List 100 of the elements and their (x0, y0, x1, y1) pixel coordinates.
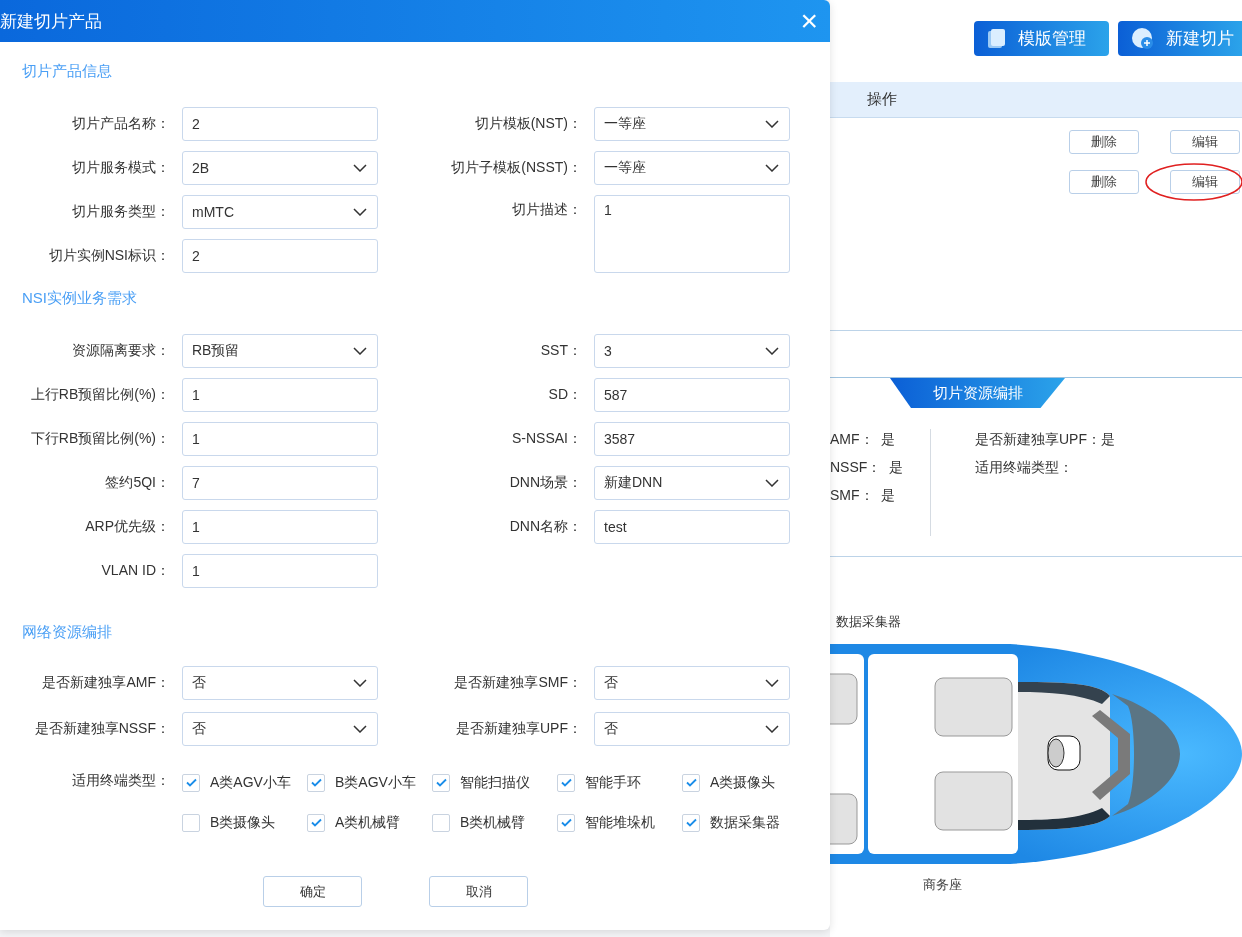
field-label: 下行RB预留比例(%)： (30, 430, 170, 448)
column-header: 操作 (867, 90, 897, 109)
caret-icon (765, 679, 779, 687)
checkbox[interactable] (557, 813, 575, 832)
check-icon (185, 778, 197, 787)
confirm-button[interactable]: 确定 (263, 876, 362, 907)
checkbox-option[interactable]: 智能手环 (557, 772, 682, 793)
input-field[interactable]: 1 (182, 422, 378, 456)
input-field[interactable]: 2 (182, 107, 378, 141)
field-label: 是否新建独享NSSF： (34, 720, 170, 738)
checkbox-option[interactable]: B类AGV小车 (307, 772, 432, 793)
field-label: 资源隔离要求： (72, 342, 170, 360)
toolbar-button[interactable]: 新建切片 (1118, 21, 1242, 56)
select-field[interactable]: RB预留 (182, 334, 378, 368)
delete-button[interactable]: 删除 (1069, 130, 1139, 154)
checkbox[interactable] (557, 773, 575, 792)
field-label: DNN场景： (509, 474, 582, 492)
select-field[interactable]: 否 (594, 712, 790, 746)
check-icon (435, 778, 447, 787)
delete-button[interactable]: 删除 (1069, 170, 1139, 194)
plus-circle-icon (1132, 27, 1154, 50)
input-field[interactable]: 7 (182, 466, 378, 500)
checkbox-option[interactable]: B类摄像头 (182, 812, 307, 833)
select-field[interactable]: 否 (182, 712, 378, 746)
input-field[interactable]: 1 (182, 510, 378, 544)
field-label: SD： (548, 386, 582, 404)
caret-icon (353, 208, 367, 216)
caret-icon (353, 725, 367, 733)
seat-label: 商务座 (923, 876, 963, 894)
section-title: NSI实例业务需求 (21, 288, 138, 308)
input-field[interactable]: 1 (182, 554, 378, 588)
checkbox[interactable] (182, 773, 200, 792)
info-text: 是否新建独享UPF：是 (975, 430, 1115, 449)
edit-button[interactable]: 编辑 (1170, 130, 1240, 154)
checkbox[interactable] (682, 773, 700, 792)
check-icon (560, 778, 572, 787)
checkbox-option[interactable]: 智能堆垛机 (557, 812, 682, 833)
check-icon (310, 778, 322, 787)
textarea-field[interactable]: 1 (594, 195, 790, 273)
checkbox-option[interactable]: B类机械臂 (432, 812, 557, 833)
input-field[interactable]: 587 (594, 378, 790, 412)
select-field[interactable]: 一等座 (594, 107, 790, 141)
checkbox-option[interactable]: 数据采集器 (682, 812, 807, 833)
device-label: 数据采集器 (836, 614, 902, 630)
caret-icon (765, 479, 779, 487)
select-field[interactable]: 一等座 (594, 151, 790, 185)
section-title: 切片产品信息 (21, 61, 113, 81)
info-text: NSSF： 是 (830, 458, 905, 477)
select-field[interactable]: 新建DNN (594, 466, 790, 500)
caret-icon (765, 725, 779, 733)
caret-icon (353, 164, 367, 172)
checkbox[interactable] (432, 813, 450, 832)
document-icon (988, 28, 1006, 49)
field-label: 签约5QI： (105, 474, 170, 492)
select-field[interactable]: 3 (594, 334, 790, 368)
section-title: 网络资源编排 (21, 622, 113, 642)
input-field[interactable]: test (594, 510, 790, 544)
info-text: 适用终端类型： (975, 458, 1074, 477)
checkbox[interactable] (307, 813, 325, 832)
field-label: 是否新建独享SMF： (454, 674, 582, 692)
checkbox-option[interactable]: 智能扫描仪 (432, 772, 557, 793)
field-label: SST： (540, 342, 582, 360)
select-field[interactable]: 否 (594, 666, 790, 700)
field-label: 上行RB预留比例(%)： (30, 386, 170, 404)
field-label: 切片服务模式： (72, 159, 170, 177)
checkbox[interactable] (182, 813, 200, 832)
field-label: 切片实例NSI标识： (48, 247, 170, 265)
select-field[interactable]: mMTC (182, 195, 378, 229)
cancel-button[interactable]: 取消 (429, 876, 528, 907)
caret-icon (353, 347, 367, 355)
field-label: 切片描述： (512, 200, 582, 219)
checkbox-option[interactable]: A类AGV小车 (182, 772, 307, 793)
field-label: VLAN ID： (101, 562, 170, 580)
toolbar-button[interactable]: 模版管理 (974, 21, 1109, 56)
section-tab[interactable]: 切片资源编排 (890, 378, 1065, 408)
checkbox-option[interactable]: A类摄像头 (682, 772, 807, 793)
field-label: 是否新建独享UPF： (456, 720, 582, 738)
field-label: DNN名称： (509, 518, 582, 536)
check-icon (685, 818, 697, 827)
caret-icon (765, 164, 779, 172)
dialog-title: 新建切片产品 (0, 10, 102, 33)
select-field[interactable]: 2B (182, 151, 378, 185)
field-label: 切片子模板(NSST)： (451, 159, 582, 177)
checkbox[interactable] (682, 813, 700, 832)
check-icon (560, 818, 572, 827)
caret-icon (765, 347, 779, 355)
check-icon (310, 818, 322, 827)
select-field[interactable]: 否 (182, 666, 378, 700)
field-label: 切片模板(NST)： (474, 115, 582, 133)
check-icon (685, 778, 697, 787)
input-field[interactable]: 2 (182, 239, 378, 273)
field-label: 切片产品名称： (72, 115, 170, 133)
checkbox-option[interactable]: A类机械臂 (307, 812, 432, 833)
input-field[interactable]: 3587 (594, 422, 790, 456)
caret-icon (765, 120, 779, 128)
checkbox[interactable] (432, 773, 450, 792)
checkbox[interactable] (307, 773, 325, 792)
input-field[interactable]: 1 (182, 378, 378, 412)
field-label: 切片服务类型： (72, 203, 170, 221)
edit-button[interactable]: 编辑 (1170, 170, 1240, 194)
